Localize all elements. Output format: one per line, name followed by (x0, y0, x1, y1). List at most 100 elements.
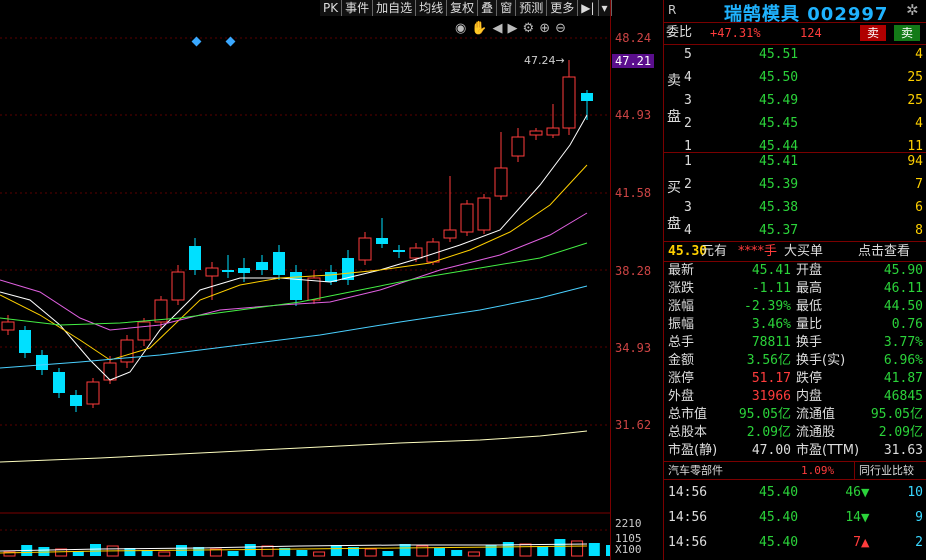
realtime-r-icon[interactable]: R (668, 3, 676, 17)
kline-chart[interactable]: PK 事件 加自选 均线 复权 叠 窗 预测 更多 ▶| ▾ ◉ ✋ ◀ ▶ ⚙… (0, 0, 612, 560)
ask-row[interactable]: 5 45.51 4 (664, 46, 926, 64)
stat-value: 2.09亿 (746, 425, 791, 440)
stat-label: 最新 (668, 263, 695, 278)
commission-row: 委比 +47.31% 124 卖 卖 (664, 24, 926, 42)
axis-price: 44.93 (615, 108, 652, 122)
sector-row: 汽车零部件 1.09% 同行业比较 (664, 462, 926, 480)
stats-row: 涨幅 -2.39% 最低 44.50 (664, 298, 926, 316)
stat-label: 换手(实) (796, 353, 846, 368)
tb-more[interactable]: 更多 (547, 0, 579, 16)
stat-label: 内盘 (796, 389, 823, 404)
ask-level: 5 (684, 47, 692, 62)
tick-price: 45.40 (759, 510, 799, 525)
axis-price: 41.58 (615, 186, 652, 200)
bid-price: 45.39 (759, 177, 799, 192)
stat-label: 流通值 (796, 407, 836, 422)
stats-row: 总手 78811 换手 3.77% (664, 334, 926, 352)
commission-label: 委比 (666, 25, 693, 40)
tick-time: 14:56 (668, 485, 708, 500)
big-order-unit: 元有 (701, 244, 728, 259)
stats-row: 最新 45.41 开盘 45.90 (664, 262, 926, 280)
zoom-out-icon[interactable]: ⊖ (555, 21, 566, 36)
tb-ma[interactable]: 均线 (416, 0, 448, 16)
stat-value: 51.17 (751, 371, 791, 386)
big-order-qty: ****手 (738, 244, 778, 259)
stat-label: 流通股 (796, 425, 836, 440)
chart-toolbar: PK 事件 加自选 均线 复权 叠 窗 预测 更多 ▶| ▾ (320, 0, 612, 17)
bid-level: 4 (684, 223, 692, 238)
price-axis: 48.24 47.21 44.93 41.58 38.28 34.93 31.6… (610, 0, 663, 560)
bid-price: 45.38 (759, 200, 799, 215)
tick-count: 9 (915, 510, 923, 525)
commission-diff: 124 (800, 26, 822, 40)
sell-button[interactable]: 卖 (860, 25, 886, 41)
bid-row[interactable]: 4 45.37 8 (664, 222, 926, 240)
bid-volume: 94 (907, 154, 923, 169)
stats-row: 市盈(静) 47.00 市盈(TTM) 31.63 (664, 442, 926, 460)
stat-value: -2.39% (744, 299, 791, 314)
bid-row[interactable]: 1 45.41 94 (664, 153, 926, 171)
tick-count: 10 (907, 485, 923, 500)
bid-volume: 8 (915, 223, 923, 238)
stat-value: 0.76 (891, 317, 923, 332)
stats-row: 总市值 95.05亿 流通值 95.05亿 (664, 406, 926, 424)
bid-row[interactable]: 2 45.39 7 (664, 176, 926, 194)
settings-icon[interactable]: ⚙ (523, 21, 535, 36)
tick-price: 45.40 (759, 535, 799, 550)
stat-label: 量比 (796, 317, 823, 332)
bid-level: 3 (684, 200, 692, 215)
ask-row[interactable]: 2 45.45 4 (664, 115, 926, 133)
quote-panel: R 瑞鹄模具 002997 ✲ 委比 +47.31% 124 卖 卖 卖 盘 5… (663, 0, 926, 560)
sector-compare-button[interactable]: 同行业比较 (854, 462, 914, 480)
high-price-label: 47.24→ (524, 54, 565, 67)
bid-row[interactable]: 3 45.38 6 (664, 199, 926, 217)
hand-icon[interactable]: ✋ (471, 21, 487, 36)
settings-gear-icon[interactable]: ✲ (906, 1, 919, 19)
ask-row[interactable]: 4 45.50 25 (664, 69, 926, 87)
stats-row: 金额 3.56亿 换手(实) 6.96% (664, 352, 926, 370)
stat-label: 市盈(TTM) (796, 443, 860, 458)
ask-row[interactable]: 3 45.49 25 (664, 92, 926, 110)
stat-value: 3.77% (883, 335, 923, 350)
ask-price: 45.50 (759, 70, 799, 85)
stat-label: 金额 (668, 353, 695, 368)
tick-volume: 14 (845, 510, 861, 525)
big-order-row[interactable]: 45.30 元有 ****手 大买单 点击查看 (664, 243, 926, 261)
stat-value: 95.05亿 (870, 407, 923, 422)
tb-add-watchlist[interactable]: 加自选 (373, 0, 417, 16)
tb-events[interactable]: 事件 (342, 0, 374, 16)
tb-pk[interactable]: PK (320, 0, 343, 16)
left-arrow-icon[interactable]: ◀ (493, 21, 503, 36)
kline-svg (0, 37, 610, 557)
buy-button[interactable]: 卖 (894, 25, 920, 41)
stat-value: 41.87 (883, 371, 923, 386)
tb-overlay[interactable]: 叠 (478, 0, 498, 16)
zoom-in-icon[interactable]: ⊕ (539, 21, 550, 36)
tb-adjust[interactable]: 复权 (447, 0, 479, 16)
stat-value: 44.50 (883, 299, 923, 314)
ask-price: 45.49 (759, 93, 799, 108)
bid-level: 2 (684, 177, 692, 192)
stat-label: 总手 (668, 335, 695, 350)
axis-price: 48.24 (615, 31, 652, 45)
eye-icon[interactable]: ◉ (455, 21, 466, 36)
right-arrow-icon[interactable]: ▶ (508, 21, 518, 36)
tb-forecast[interactable]: 预测 (516, 0, 548, 16)
axis-price: 38.28 (615, 264, 652, 278)
stat-value: 3.56亿 (746, 353, 791, 368)
ask-volume: 25 (907, 93, 923, 108)
stats-row: 涨停 51.17 跌停 41.87 (664, 370, 926, 388)
stat-value: 95.05亿 (738, 407, 791, 422)
stat-value: -1.11 (751, 281, 791, 296)
sector-name[interactable]: 汽车零部件 (668, 462, 723, 480)
stat-value: 46845 (883, 389, 923, 404)
tb-last-bar-icon[interactable]: ▶| (578, 0, 599, 16)
tick-price: 45.40 (759, 485, 799, 500)
tb-window[interactable]: 窗 (497, 0, 517, 16)
commission-ratio: +47.31% (710, 26, 761, 40)
stat-label: 开盘 (796, 263, 823, 278)
axis-volume: 2210 (615, 517, 642, 530)
stat-label: 换手 (796, 335, 823, 350)
big-order-view-link[interactable]: 点击查看 (858, 243, 910, 261)
ask-level: 3 (684, 93, 692, 108)
